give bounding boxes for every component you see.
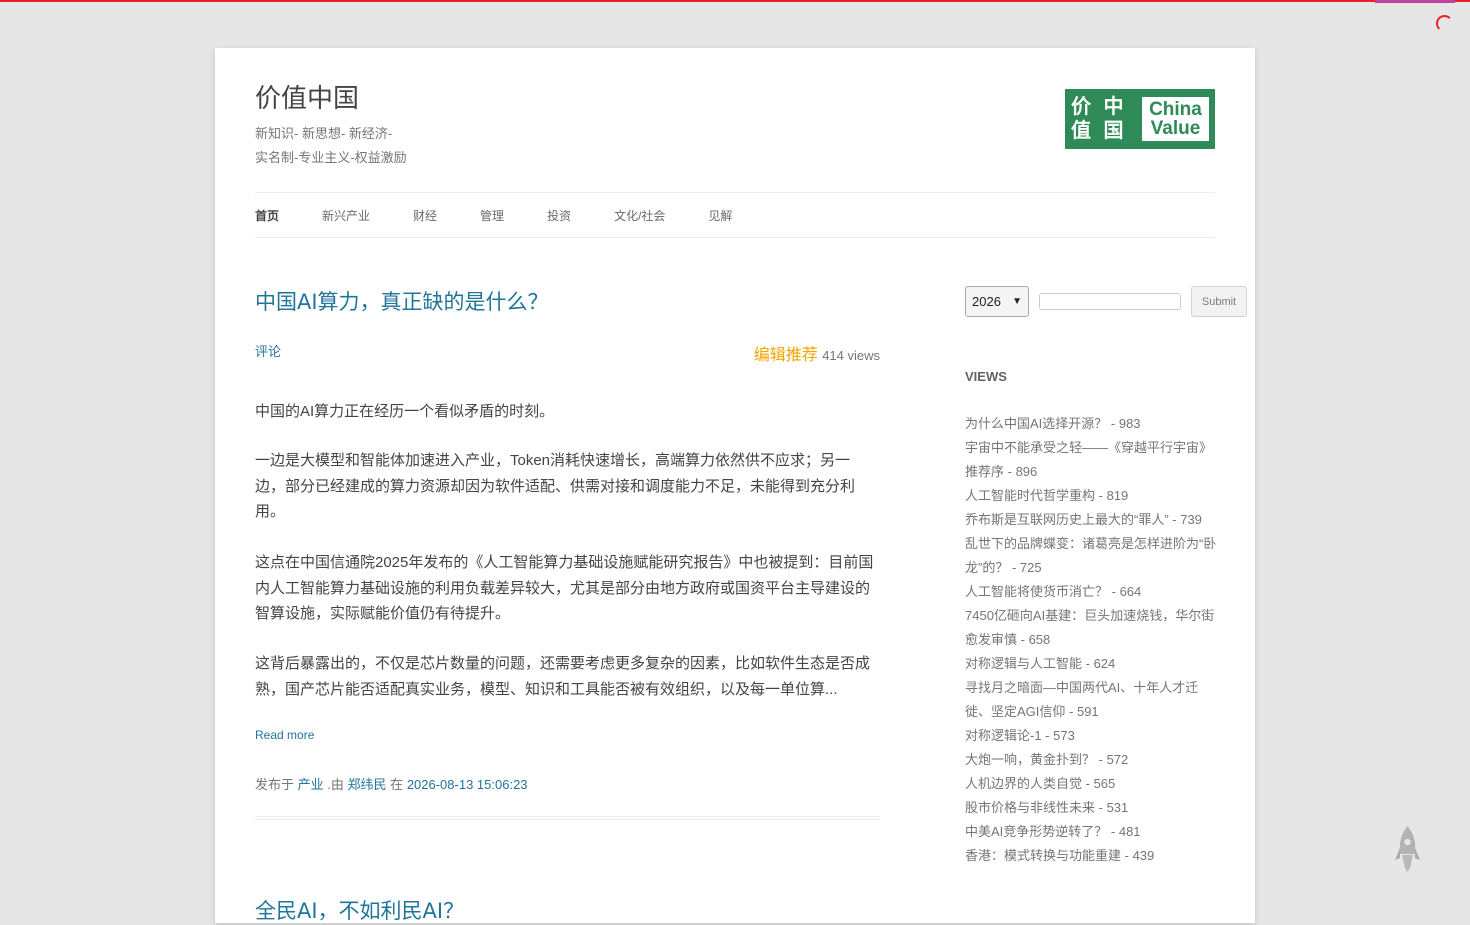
popular-post-link[interactable]: 香港：模式转换与功能重建 bbox=[965, 848, 1121, 863]
by-label: .由 bbox=[327, 777, 344, 792]
popular-post-view-count: - 565 bbox=[1082, 776, 1116, 791]
popular-post-view-count: - 896 bbox=[1004, 464, 1038, 479]
chevron-down-icon: ▼ bbox=[1012, 296, 1022, 307]
logo-char: 中 bbox=[1103, 96, 1124, 118]
popular-post-view-count: - 739 bbox=[1168, 512, 1202, 527]
page-loading-bar-tip bbox=[1375, 0, 1455, 3]
logo-english-line: China bbox=[1149, 99, 1202, 120]
article-title[interactable]: 中国AI算力，真正缺的是什么？ bbox=[255, 286, 549, 316]
year-select-value: 2026 bbox=[972, 294, 1001, 309]
popular-post-item: 7450亿砸向AI基建：巨头加速烧钱，华尔街愈发审慎 - 658 bbox=[965, 604, 1220, 652]
popular-post-link[interactable]: 乔布斯是互联网历史上最大的“罪人” bbox=[965, 512, 1169, 527]
popular-post-link[interactable]: 乱世下的品牌蝶变：诸葛亮是怎样进阶为“卧龙”的？ bbox=[965, 536, 1216, 575]
site-logo[interactable]: 价 中 值 国 China Value bbox=[1065, 89, 1215, 149]
views-widget-heading: VIEWS bbox=[965, 369, 1007, 384]
popular-post-view-count: - 591 bbox=[1065, 704, 1099, 719]
popular-post-item: 乱世下的品牌蝶变：诸葛亮是怎样进阶为“卧龙”的？ - 725 bbox=[965, 532, 1220, 580]
nav-item-finance[interactable]: 财经 bbox=[413, 207, 437, 224]
popular-post-link[interactable]: 大炮一响，黄金扑到？ bbox=[965, 752, 1095, 767]
submit-button[interactable]: Submit bbox=[1191, 286, 1247, 317]
popular-post-view-count: - 624 bbox=[1082, 656, 1116, 671]
logo-english-mark: China Value bbox=[1141, 97, 1209, 141]
popular-post-item: 寻找月之暗面—中国两代AI、十年人才迁徙、坚定AGI信仰 - 591 bbox=[965, 676, 1220, 724]
article-meta: 编辑推荐 414 views bbox=[753, 341, 880, 365]
popular-post-view-count: - 658 bbox=[1017, 632, 1051, 647]
popular-post-link[interactable]: 人工智能将使货币消亡？ bbox=[965, 584, 1108, 599]
logo-char: 国 bbox=[1103, 120, 1124, 142]
site-tagline-line-2: 实名制-专业主义-权益激励 bbox=[255, 150, 407, 165]
popular-post-link[interactable]: 中美AI竞争形势逆转了？ bbox=[965, 824, 1107, 839]
at-label: 在 bbox=[390, 777, 404, 792]
nav-item-insights[interactable]: 见解 bbox=[708, 207, 732, 224]
editor-pick-badge: 编辑推荐 bbox=[753, 347, 818, 364]
popular-post-item: 为什么中国AI选择开源？ - 983 bbox=[965, 412, 1220, 436]
site-title[interactable]: 价值中国 bbox=[255, 78, 359, 115]
category-link[interactable]: 产业 bbox=[298, 777, 324, 792]
article-paragraph: 一边是大模型和智能体加速进入产业，Token消耗快速增长，高端算力依然供不应求；… bbox=[255, 452, 856, 521]
page-loading-bar bbox=[0, 0, 1470, 2]
popular-post-view-count: - 481 bbox=[1107, 824, 1141, 839]
popular-post-link[interactable]: 7450亿砸向AI基建：巨头加速烧钱，华尔街愈发审慎 bbox=[965, 608, 1214, 647]
article-footer: 发布于 产业 .由 郑纬民 在 2026-08-13 15:06:23 bbox=[255, 774, 528, 793]
nav-item-emerging-industries[interactable]: 新兴产业 bbox=[322, 207, 370, 224]
post-divider bbox=[255, 816, 880, 820]
popular-post-item: 人工智能时代哲学重构 - 819 bbox=[965, 484, 1220, 508]
popular-post-view-count: - 573 bbox=[1041, 728, 1075, 743]
loading-spinner-icon bbox=[1436, 15, 1453, 32]
popular-post-item: 香港：模式转换与功能重建 - 439 bbox=[965, 844, 1220, 868]
popular-post-view-count: - 531 bbox=[1095, 800, 1129, 815]
read-more-link[interactable]: Read more bbox=[255, 728, 314, 742]
nav-item-management[interactable]: 管理 bbox=[480, 207, 504, 224]
popular-posts-list: 为什么中国AI选择开源？ - 983 宇宙中不能承受之轻——《穿越平行宇宙》推荐序… bbox=[965, 412, 1220, 868]
logo-english-line: Value bbox=[1150, 118, 1201, 139]
nav-item-culture-society[interactable]: 文化/社会 bbox=[614, 207, 665, 224]
popular-post-link[interactable]: 对称逻辑与人工智能 bbox=[965, 656, 1082, 671]
popular-post-view-count: - 983 bbox=[1107, 416, 1141, 431]
popular-post-view-count: - 725 bbox=[1008, 560, 1042, 575]
popular-post-item: 股市价格与非线性未来 - 531 bbox=[965, 796, 1220, 820]
article-paragraph: 这点在中国信通院2025年发布的《人工智能算力基础设施赋能研究报告》中也被提到：… bbox=[255, 554, 874, 623]
popular-post-item: 对称逻辑与人工智能 - 624 bbox=[965, 652, 1220, 676]
popular-post-view-count: - 572 bbox=[1095, 752, 1129, 767]
popular-post-view-count: - 439 bbox=[1121, 848, 1155, 863]
popular-post-item: 人机边界的人类自觉 - 565 bbox=[965, 772, 1220, 796]
year-select[interactable]: 2026 ▼ bbox=[965, 286, 1029, 317]
search-input[interactable] bbox=[1039, 293, 1181, 310]
view-count: 414 views bbox=[822, 348, 880, 363]
popular-post-item: 对称逻辑论-1 - 573 bbox=[965, 724, 1220, 748]
posted-in-label: 发布于 bbox=[255, 777, 295, 792]
popular-post-link[interactable]: 股市价格与非线性未来 bbox=[965, 800, 1095, 815]
popular-post-link[interactable]: 为什么中国AI选择开源？ bbox=[965, 416, 1107, 431]
article-title[interactable]: 全民AI，不如利民AI？ bbox=[255, 895, 464, 925]
author-link[interactable]: 郑纬民 bbox=[348, 777, 387, 792]
popular-post-link[interactable]: 人工智能时代哲学重构 bbox=[965, 488, 1095, 503]
nav-item-investment[interactable]: 投资 bbox=[547, 207, 571, 224]
post-date-link[interactable]: 2026-08-13 15:06:23 bbox=[407, 777, 528, 792]
nav-item-home[interactable]: 首页 bbox=[255, 207, 279, 224]
popular-post-link[interactable]: 人机边界的人类自觉 bbox=[965, 776, 1082, 791]
logo-char: 价 bbox=[1071, 96, 1091, 118]
main-navigation: 首页 新兴产业 财经 管理 投资 文化/社会 见解 bbox=[255, 192, 1215, 238]
popular-post-link[interactable]: 对称逻辑论-1 bbox=[965, 728, 1042, 743]
article-paragraph: 这背后暴露出的，不仅是芯片数量的问题，还需要考虑更多复杂的因素，比如软件生态是否… bbox=[255, 655, 871, 698]
popular-post-view-count: - 819 bbox=[1095, 488, 1129, 503]
page-container: 价值中国 新知识- 新思想- 新经济- 实名制-专业主义-权益激励 价 中 值 … bbox=[215, 48, 1255, 923]
logo-char: 值 bbox=[1071, 120, 1091, 142]
popular-post-item: 大炮一响，黄金扑到？ - 572 bbox=[965, 748, 1220, 772]
popular-post-item: 宇宙中不能承受之轻——《穿越平行宇宙》推荐序 - 896 bbox=[965, 436, 1220, 484]
article-paragraph: 中国的AI算力正在经历一个看似矛盾的时刻。 bbox=[255, 403, 555, 420]
popular-post-item: 人工智能将使货币消亡？ - 664 bbox=[965, 580, 1220, 604]
site-tagline-line-1: 新知识- 新思想- 新经济- bbox=[255, 126, 393, 141]
back-to-top-rocket-icon[interactable] bbox=[1394, 824, 1421, 874]
comments-link[interactable]: 评论 bbox=[255, 341, 281, 360]
sidebar-next-widget-heading bbox=[965, 914, 1015, 923]
popular-post-view-count: - 664 bbox=[1108, 584, 1142, 599]
popular-post-link[interactable]: 宇宙中不能承受之轻——《穿越平行宇宙》推荐序 bbox=[965, 440, 1212, 479]
popular-post-item: 乔布斯是互联网历史上最大的“罪人” - 739 bbox=[965, 508, 1220, 532]
logo-chinese-mark: 价 中 值 国 bbox=[1071, 95, 1136, 143]
popular-post-item: 中美AI竞争形势逆转了？ - 481 bbox=[965, 820, 1220, 844]
